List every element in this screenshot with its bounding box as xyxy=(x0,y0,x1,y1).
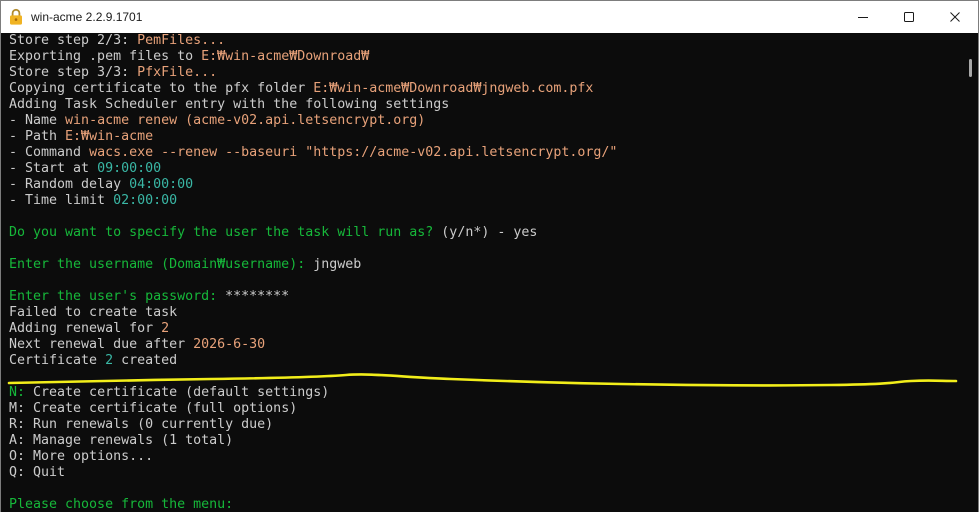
menu-key: N: xyxy=(9,385,26,400)
log-text: Adding renewal for xyxy=(9,321,162,336)
setting-label: - Name xyxy=(9,113,66,128)
close-button[interactable] xyxy=(932,1,978,33)
log-line: Exporting .pem files to E:₩win-acme₩Down… xyxy=(9,49,978,65)
path-value: E:₩win-acme₩Downroad₩ xyxy=(201,49,370,64)
menu-option-run-renewals[interactable]: R: Run renewals (0 currently due) xyxy=(9,417,978,433)
window-controls xyxy=(840,1,978,33)
setting-label: - Random delay xyxy=(9,177,130,192)
store-step-value: PemFiles... xyxy=(137,33,226,48)
menu-option-more-options[interactable]: O: More options... xyxy=(9,449,978,465)
log-text: created xyxy=(113,353,178,368)
menu-label: Quit xyxy=(25,465,66,480)
log-line: Next renewal due after 2026-6-30 xyxy=(9,337,978,353)
password-line: Enter the user's password: ******** xyxy=(9,289,978,305)
window-title: win-acme 2.2.9.1701 xyxy=(31,10,143,24)
question-answer: (y/n*) - yes xyxy=(433,225,538,240)
log-line: Adding renewal for 2 xyxy=(9,321,978,337)
menu-label: Run renewals (0 currently due) xyxy=(25,417,274,432)
menu-key: R: xyxy=(9,417,26,432)
title-bar[interactable]: win-acme 2.2.9.1701 xyxy=(1,1,978,33)
setting-line: - Time limit 02:00:00 xyxy=(9,193,978,209)
setting-label: - Path xyxy=(9,129,66,144)
setting-value: win-acme renew (acme-v02.api.letsencrypt… xyxy=(65,113,426,128)
setting-label: - Time limit xyxy=(9,193,114,208)
log-text: Certificate xyxy=(9,353,106,368)
lock-icon xyxy=(9,8,23,25)
certificate-count-value: 2 xyxy=(105,353,114,368)
log-text: Failed to create task xyxy=(9,305,178,320)
menu-option-manage-renewals[interactable]: A: Manage renewals (1 total) xyxy=(9,433,978,449)
menu-option-quit[interactable]: Q: Quit xyxy=(9,465,978,481)
close-icon xyxy=(950,12,960,22)
log-line: Adding Task Scheduler entry with the fol… xyxy=(9,97,978,113)
log-text: Next renewal due after xyxy=(9,337,194,352)
setting-line: - Command wacs.exe --renew --baseuri "ht… xyxy=(9,145,978,161)
setting-value: E:₩win-acme xyxy=(65,129,154,144)
setting-line: - Path E:₩win-acme xyxy=(9,129,978,145)
menu-key: M: xyxy=(9,401,26,416)
log-text: Exporting .pem files to xyxy=(9,49,202,64)
setting-line: - Random delay 04:00:00 xyxy=(9,177,978,193)
setting-label: - Start at xyxy=(9,161,98,176)
menu-prompt: Please choose from the menu: xyxy=(9,497,234,512)
username-answer: jngweb xyxy=(305,257,362,272)
question-line: Do you want to specify the user the task… xyxy=(9,225,978,241)
menu-label: More options... xyxy=(25,449,154,464)
menu-option-create-default[interactable]: N: Create certificate (default settings) xyxy=(9,385,978,401)
menu-option-create-full[interactable]: M: Create certificate (full options) xyxy=(9,401,978,417)
log-text: Adding Task Scheduler entry with the fol… xyxy=(9,97,450,112)
log-text: Copying certificate to the pfx folder xyxy=(9,81,314,96)
menu-key: A: xyxy=(9,433,26,448)
setting-value: wacs.exe --renew --baseuri "https://acme… xyxy=(89,145,618,160)
menu-label: Manage renewals (1 total) xyxy=(25,433,234,448)
password-prompt: Enter the user's password: xyxy=(9,289,218,304)
setting-label: - Command xyxy=(9,145,90,160)
setting-time-value: 02:00:00 xyxy=(113,193,178,208)
renewal-date-value: 2026-6-30 xyxy=(193,337,266,352)
console-output[interactable]: Store step 2/3: PemFiles... Exporting .p… xyxy=(1,33,978,512)
error-line: Failed to create task xyxy=(9,305,978,321)
menu-label: Create certificate (default settings) xyxy=(25,385,330,400)
log-text: Store step 2/3: xyxy=(9,33,138,48)
username-prompt: Enter the username (Domain₩username): xyxy=(9,257,306,272)
log-line: Store step 2/3: PemFiles... xyxy=(9,33,978,49)
question-prompt: Do you want to specify the user the task… xyxy=(9,225,434,240)
setting-time-value: 09:00:00 xyxy=(97,161,162,176)
minimize-icon xyxy=(858,12,868,22)
path-value: E:₩win-acme₩Downroad₩jngweb.com.pfx xyxy=(313,81,594,96)
log-text: Store step 3/3: xyxy=(9,65,138,80)
console-window: win-acme 2.2.9.1701 Store step 2/3: PemF… xyxy=(0,0,979,512)
scrollbar-thumb[interactable] xyxy=(969,59,972,77)
maximize-icon xyxy=(904,12,914,22)
maximize-button[interactable] xyxy=(886,1,932,33)
menu-prompt-line[interactable]: Please choose from the menu: xyxy=(9,497,978,512)
store-step-value: PfxFile... xyxy=(137,65,218,80)
setting-line: - Start at 09:00:00 xyxy=(9,161,978,177)
log-line: Certificate 2 created xyxy=(9,353,978,369)
renewal-id-value: 2 xyxy=(161,321,170,336)
username-line: Enter the username (Domain₩username): jn… xyxy=(9,257,978,273)
setting-line: - Name win-acme renew (acme-v02.api.lets… xyxy=(9,113,978,129)
minimize-button[interactable] xyxy=(840,1,886,33)
password-masked: ******** xyxy=(217,289,290,304)
log-line: Copying certificate to the pfx folder E:… xyxy=(9,81,978,97)
menu-key: Q: xyxy=(9,465,26,480)
log-line: Store step 3/3: PfxFile... xyxy=(9,65,978,81)
menu-label: Create certificate (full options) xyxy=(25,401,298,416)
menu-key: O: xyxy=(9,449,26,464)
setting-time-value: 04:00:00 xyxy=(129,177,194,192)
